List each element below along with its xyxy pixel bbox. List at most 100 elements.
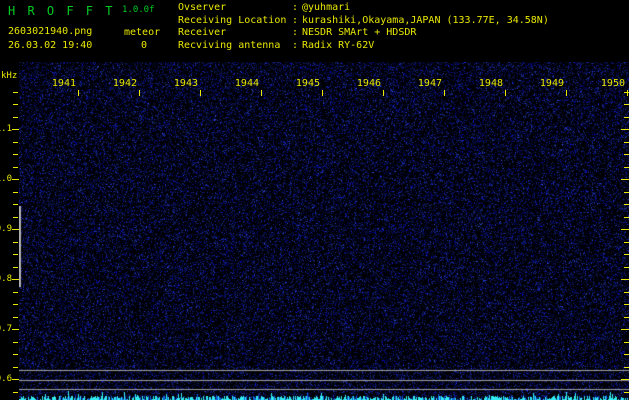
axis-tick <box>13 117 18 118</box>
axis-tick <box>13 242 18 243</box>
axis-tick <box>139 90 140 96</box>
time-tick-label: 1941 <box>36 79 76 89</box>
axis-tick <box>13 392 18 393</box>
axis-tick <box>13 292 18 293</box>
axis-tick <box>624 142 629 143</box>
axis-tick <box>12 329 19 330</box>
time-tick-label: 1944 <box>219 79 259 89</box>
time-tick-label: 1950 <box>585 79 625 89</box>
axis-tick <box>624 192 629 193</box>
axis-tick <box>13 342 18 343</box>
axis-tick <box>13 254 18 255</box>
axis-tick <box>12 179 19 180</box>
hrofft-window: H R O F F T 1.0.0f 2603021940.png 26.03.… <box>0 0 629 400</box>
station-info-row: Recviving antenna: Radix RY-62V <box>178 41 374 51</box>
freq-axis-unit-label: kHz <box>1 72 17 81</box>
axis-tick <box>624 117 629 118</box>
info-separator: : <box>292 3 302 13</box>
info-value: @yuhmari <box>302 2 350 13</box>
axis-tick <box>624 292 629 293</box>
axis-tick <box>621 379 629 380</box>
axis-tick <box>621 279 629 280</box>
axis-tick <box>200 90 201 96</box>
axis-tick <box>78 90 79 96</box>
info-value: kurashiki,Okayama,JAPAN (133.77E, 34.58N… <box>302 15 549 26</box>
axis-tick <box>13 317 18 318</box>
meteor-count-label: meteor <box>124 28 160 38</box>
axis-tick <box>13 204 18 205</box>
info-label: Receiver <box>178 28 292 38</box>
axis-tick <box>624 342 629 343</box>
axis-tick <box>13 92 18 93</box>
axis-tick <box>12 279 19 280</box>
time-tick-label: 1948 <box>463 79 503 89</box>
axis-tick <box>624 217 629 218</box>
axis-tick <box>13 367 18 368</box>
axis-tick <box>624 154 629 155</box>
axis-tick <box>13 154 18 155</box>
axis-tick <box>624 317 629 318</box>
station-info-row: Receiver: NESDR SMArt + HDSDR <box>178 28 416 38</box>
info-value: Radix RY-62V <box>302 40 374 51</box>
time-tick-label: 1942 <box>97 79 137 89</box>
axis-tick <box>624 367 629 368</box>
station-info-row: Receiving Location: kurashiki,Okayama,JAP… <box>178 16 549 26</box>
axis-tick <box>624 392 629 393</box>
freq-tick-label: 1.0 <box>0 175 12 184</box>
freq-tick-label: 0.9 <box>0 225 12 234</box>
axis-tick <box>621 129 629 130</box>
info-label: Recviving antenna <box>178 41 292 51</box>
info-separator: : <box>292 16 302 26</box>
axis-tick <box>12 379 19 380</box>
freq-tick-label: 1.1 <box>0 125 12 134</box>
axis-tick <box>624 254 629 255</box>
axis-tick <box>624 167 629 168</box>
axis-tick <box>624 204 629 205</box>
time-tick-label: 1943 <box>158 79 198 89</box>
axis-tick <box>12 129 19 130</box>
axis-tick <box>322 90 323 96</box>
app-version: 1.0.0f <box>122 6 155 15</box>
axis-tick <box>383 90 384 96</box>
info-separator: : <box>292 28 302 38</box>
axis-tick <box>13 217 18 218</box>
axis-tick <box>13 167 18 168</box>
axis-tick <box>13 104 18 105</box>
info-label: Ovserver <box>178 3 292 13</box>
app-title: H R O F F T <box>8 5 115 17</box>
freq-tick-label: 0.7 <box>0 325 12 334</box>
axis-tick <box>621 229 629 230</box>
axis-tick <box>624 354 629 355</box>
axis-tick <box>624 242 629 243</box>
axis-tick <box>621 179 629 180</box>
meteor-count-value: 0 <box>124 41 164 51</box>
axis-tick <box>13 142 18 143</box>
observation-datetime: 26.03.02 19:40 <box>8 41 92 51</box>
axis-tick <box>624 304 629 305</box>
axis-tick <box>13 354 18 355</box>
station-info-row: Ovserver: @yuhmari <box>178 3 350 13</box>
axis-tick <box>444 90 445 96</box>
axis-tick <box>13 304 18 305</box>
axis-tick <box>505 90 506 96</box>
axis-tick <box>13 267 18 268</box>
info-separator: : <box>292 41 302 51</box>
time-tick-label: 1947 <box>402 79 442 89</box>
axis-tick <box>621 329 629 330</box>
axis-tick <box>13 192 18 193</box>
time-tick-label: 1946 <box>341 79 381 89</box>
spectrogram-canvas <box>19 62 629 400</box>
info-value: NESDR SMArt + HDSDR <box>302 27 416 38</box>
output-filename: 2603021940.png <box>8 27 92 37</box>
axis-tick <box>624 92 629 93</box>
freq-tick-label: 0.6 <box>0 375 12 384</box>
axis-tick <box>566 90 567 96</box>
info-label: Receiving Location <box>178 16 292 26</box>
axis-tick <box>624 267 629 268</box>
time-tick-label: 1949 <box>524 79 564 89</box>
time-tick-label: 1945 <box>280 79 320 89</box>
axis-tick <box>261 90 262 96</box>
axis-tick <box>624 104 629 105</box>
freq-tick-label: 0.8 <box>0 275 12 284</box>
axis-tick <box>12 229 19 230</box>
